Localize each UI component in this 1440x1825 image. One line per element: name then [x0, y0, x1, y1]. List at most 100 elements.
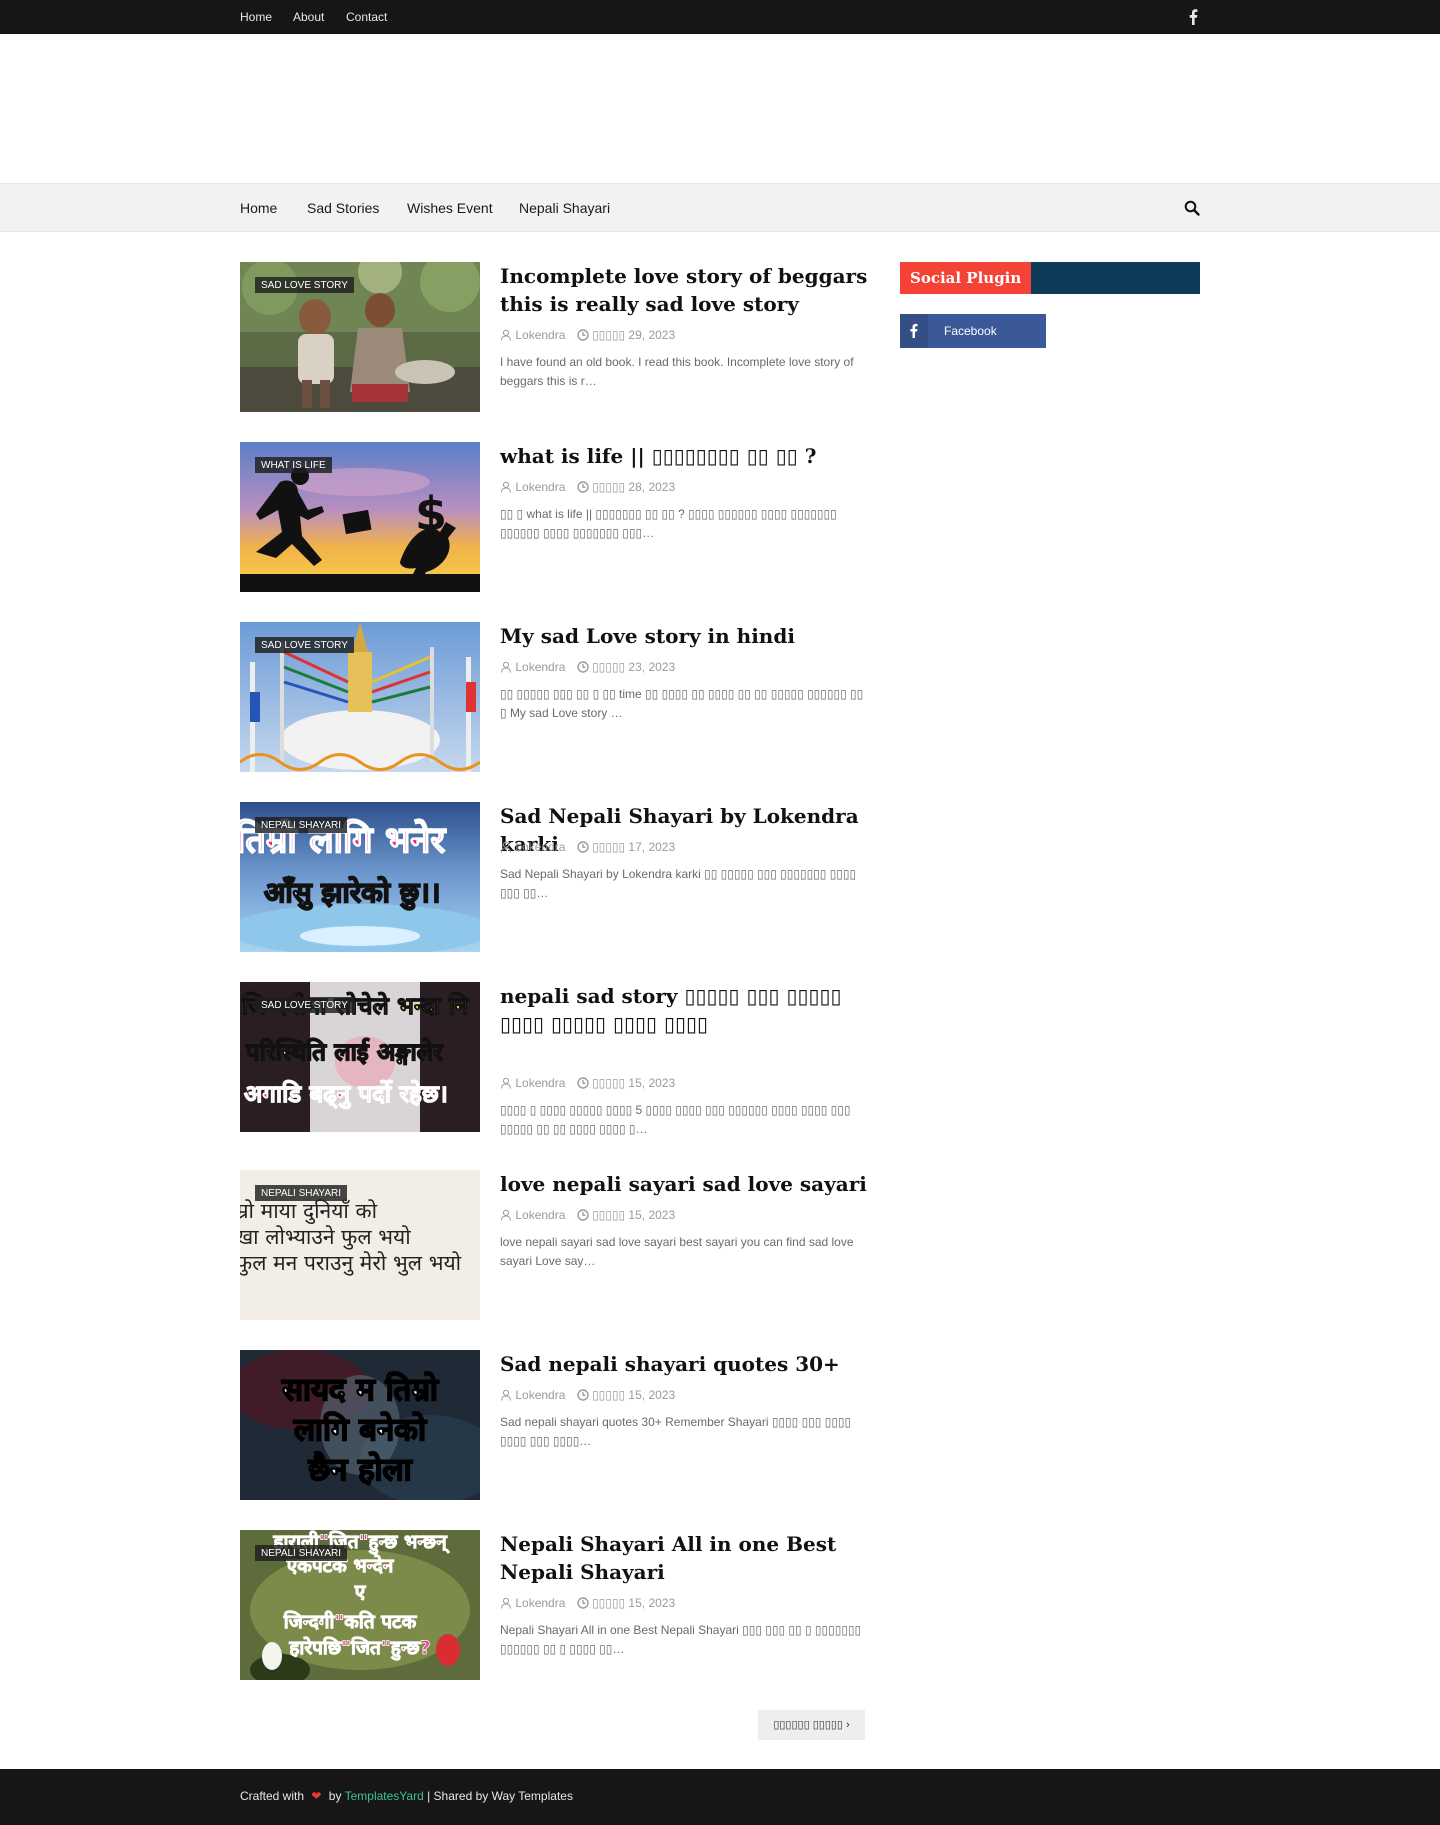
- thumb-text: म्रो माया दुनियाँ को: [240, 1199, 378, 1225]
- post-date: ▯▯▯▯▯ 15, 2023: [592, 1388, 676, 1402]
- user-icon: [500, 1597, 512, 1612]
- post-category-label[interactable]: SAD LOVE STORY: [255, 277, 354, 293]
- post-category-label[interactable]: NEPALI SHAYARI: [255, 1545, 348, 1561]
- clock-icon: [577, 329, 589, 344]
- top-bar: Home About Contact: [0, 0, 1440, 34]
- post-excerpt: Sad nepali shayari quotes 30+ Remember S…: [500, 1415, 852, 1448]
- post-title[interactable]: Nepali Shayari All in one Best Nepali Sh…: [500, 1530, 870, 1586]
- post-meta: Lokendra ▯▯▯▯▯ 15, 2023: [500, 1076, 675, 1092]
- footer-credit: Crafted with ❤ by TemplatesYard | Shared…: [240, 1789, 573, 1803]
- post-category-label[interactable]: SAD LOVE STORY: [255, 997, 354, 1013]
- thumb-text: अगाडि बढ्नु पर्दो रहेछ।: [244, 1080, 448, 1109]
- post-date: ▯▯▯▯▯ 17, 2023: [592, 840, 676, 854]
- search-icon[interactable]: [1184, 200, 1200, 216]
- post-excerpt: ▯▯ ▯▯▯▯▯ ▯▯▯ ▯▯ ▯ ▯▯ time ▯▯ ▯▯▯▯ ▯▯ ▯▯▯…: [500, 687, 864, 720]
- post-title[interactable]: love nepali sayari sad love sayari: [500, 1170, 870, 1198]
- top-link-about[interactable]: About: [293, 10, 324, 24]
- post-title[interactable]: what is life || ▯▯▯▯▯▯▯▯ ▯▯ ▯▯ ?: [500, 442, 870, 470]
- nav-item-sad-stories[interactable]: Sad Stories: [307, 200, 379, 216]
- facebook-social-button[interactable]: Facebook: [900, 314, 1046, 348]
- thumb-text: छैन होला: [307, 1451, 412, 1488]
- thumb-text: आँसु झारेको छु।।: [264, 876, 441, 910]
- post-thumbnail[interactable]: तिम्रो लागि भनेर आँसु झारेको छु।। NEPALI…: [240, 802, 480, 952]
- sidebar-widget-title: Social Plugin: [900, 262, 1032, 294]
- post-thumbnail[interactable]: सायद म तिम्रो लागि बनेको छैन होला: [240, 1350, 480, 1500]
- post-thumbnail[interactable]: SAD LOVE STORY: [240, 262, 480, 412]
- post-excerpt: I have found an old book. I read this bo…: [500, 355, 854, 388]
- post-item: $ WHAT IS LIFE what is life || ▯▯▯▯▯▯▯▯ …: [240, 442, 870, 592]
- post-excerpt: ▯▯▯▯ ▯ ▯▯▯▯ ▯▯▯▯▯ ▯▯▯▯ 5 ▯▯▯▯ ▯▯▯▯ ▯▯▯ ▯…: [500, 1103, 851, 1136]
- user-icon: [500, 1209, 512, 1224]
- facebook-label: Facebook: [944, 324, 997, 338]
- post-date: ▯▯▯▯▯ 23, 2023: [592, 660, 676, 674]
- post-thumbnail[interactable]: जिन्दगीमा सोचेले भन्दा नि परिस्थिति लाई …: [240, 982, 480, 1132]
- header-area: [0, 34, 1440, 183]
- post-author[interactable]: Lokendra: [515, 480, 565, 494]
- user-icon: [500, 329, 512, 344]
- nav-item-home[interactable]: Home: [240, 200, 277, 216]
- post-item: सायद म तिम्रो लागि बनेको छैन होला Sad ne…: [240, 1350, 870, 1500]
- older-posts-button[interactable]: ▯▯▯▯▯▯ ▯▯▯▯▯ ›: [758, 1710, 865, 1740]
- post-item: जिन्दगीमा सोचेले भन्दा नि परिस्थिति लाई …: [240, 982, 870, 1152]
- post-title[interactable]: Sad nepali shayari quotes 30+: [500, 1350, 870, 1378]
- post-author[interactable]: Lokendra: [515, 660, 565, 674]
- thumb-text: सायद म तिम्रो: [281, 1371, 439, 1408]
- thumb-text: जिन्दगी"कति पटक: [283, 1610, 418, 1633]
- heart-icon: ❤: [311, 1789, 322, 1803]
- post-meta: Lokendra ▯▯▯▯▯ 15, 2023: [500, 1596, 675, 1612]
- main-nav-inner: Home Sad Stories Wishes Event Nepali Sha…: [240, 184, 1200, 233]
- post-author[interactable]: Lokendra: [515, 1208, 565, 1222]
- user-icon: [500, 841, 512, 856]
- top-link-home[interactable]: Home: [240, 10, 272, 24]
- facebook-icon[interactable]: [1186, 8, 1200, 26]
- nav-item-nepali-shayari[interactable]: Nepali Shayari: [519, 200, 610, 216]
- post-meta: Lokendra ▯▯▯▯▯ 17, 2023: [500, 840, 675, 856]
- post-excerpt: Nepali Shayari All in one Best Nepali Sh…: [500, 1623, 862, 1656]
- post-meta: Lokendra ▯▯▯▯▯ 29, 2023: [500, 328, 675, 344]
- thumb-text: फुल मन पराउनु मेरो भुल भयो: [240, 1251, 462, 1276]
- footer-brand-link[interactable]: TemplatesYard: [345, 1789, 424, 1803]
- post-thumbnail[interactable]: $ WHAT IS LIFE: [240, 442, 480, 592]
- post-title[interactable]: My sad Love story in hindi: [500, 622, 870, 650]
- post-date: ▯▯▯▯▯ 28, 2023: [592, 480, 676, 494]
- clock-icon: [577, 1597, 589, 1612]
- thumb-text: लागि बनेको: [293, 1411, 427, 1448]
- clock-icon: [577, 661, 589, 676]
- post-author[interactable]: Lokendra: [515, 1596, 565, 1610]
- footer-by-text: by: [328, 1789, 342, 1803]
- post-excerpt: ▯▯ ▯ what is life || ▯▯▯▯▯▯▯ ▯▯ ▯▯ ? ▯▯▯…: [500, 507, 837, 540]
- post-date: ▯▯▯▯▯ 15, 2023: [592, 1076, 676, 1090]
- post-category-label[interactable]: SAD LOVE STORY: [255, 637, 354, 653]
- footer: Crafted with ❤ by TemplatesYard | Shared…: [0, 1769, 1440, 1825]
- post-thumbnail[interactable]: हाराली"जित"हुन्छ भन्छन् एकपटक भन्देन ए ज…: [240, 1530, 480, 1680]
- main-nav: Home Sad Stories Wishes Event Nepali Sha…: [0, 183, 1440, 232]
- post-thumbnail[interactable]: SAD LOVE STORY: [240, 622, 480, 772]
- user-icon: [500, 1389, 512, 1404]
- post-date: ▯▯▯▯▯ 15, 2023: [592, 1208, 676, 1222]
- thumb-text: हारेपछि"जित"हुन्छ?: [288, 1636, 430, 1661]
- post-date: ▯▯▯▯▯ 15, 2023: [592, 1596, 676, 1610]
- nav-item-wishes-event[interactable]: Wishes Event: [407, 200, 493, 216]
- svg-text:$: $: [415, 487, 447, 541]
- clock-icon: [577, 1209, 589, 1224]
- post-thumbnail[interactable]: म्रो माया दुनियाँ को खा लोभ्याउने फुल भय…: [240, 1170, 480, 1320]
- post-author[interactable]: Lokendra: [515, 328, 565, 342]
- post-category-label[interactable]: NEPALI SHAYARI: [255, 817, 348, 833]
- clock-icon: [577, 1077, 589, 1092]
- top-link-contact[interactable]: Contact: [346, 10, 387, 24]
- post-meta: Lokendra ▯▯▯▯▯ 15, 2023: [500, 1388, 675, 1404]
- post-date: ▯▯▯▯▯ 29, 2023: [592, 328, 676, 342]
- post-author[interactable]: Lokendra: [515, 840, 565, 854]
- post-item: SAD LOVE STORY My sad Love story in hind…: [240, 622, 870, 772]
- post-author[interactable]: Lokendra: [515, 1388, 565, 1402]
- post-title[interactable]: Incomplete love story of beggars this is…: [500, 262, 870, 318]
- user-icon: [500, 481, 512, 496]
- thumb-text: ए: [354, 1581, 367, 1603]
- post-category-label[interactable]: WHAT IS LIFE: [255, 457, 332, 473]
- post-category-label[interactable]: NEPALI SHAYARI: [255, 1185, 348, 1201]
- clock-icon: [577, 481, 589, 496]
- post-title[interactable]: nepali sad story ▯▯▯▯▯ ▯▯▯ ▯▯▯▯▯ ▯▯▯▯ ▯▯…: [500, 982, 870, 1038]
- clock-icon: [577, 1389, 589, 1404]
- sidebar-widget-header: Social Plugin: [900, 262, 1200, 294]
- post-author[interactable]: Lokendra: [515, 1076, 565, 1090]
